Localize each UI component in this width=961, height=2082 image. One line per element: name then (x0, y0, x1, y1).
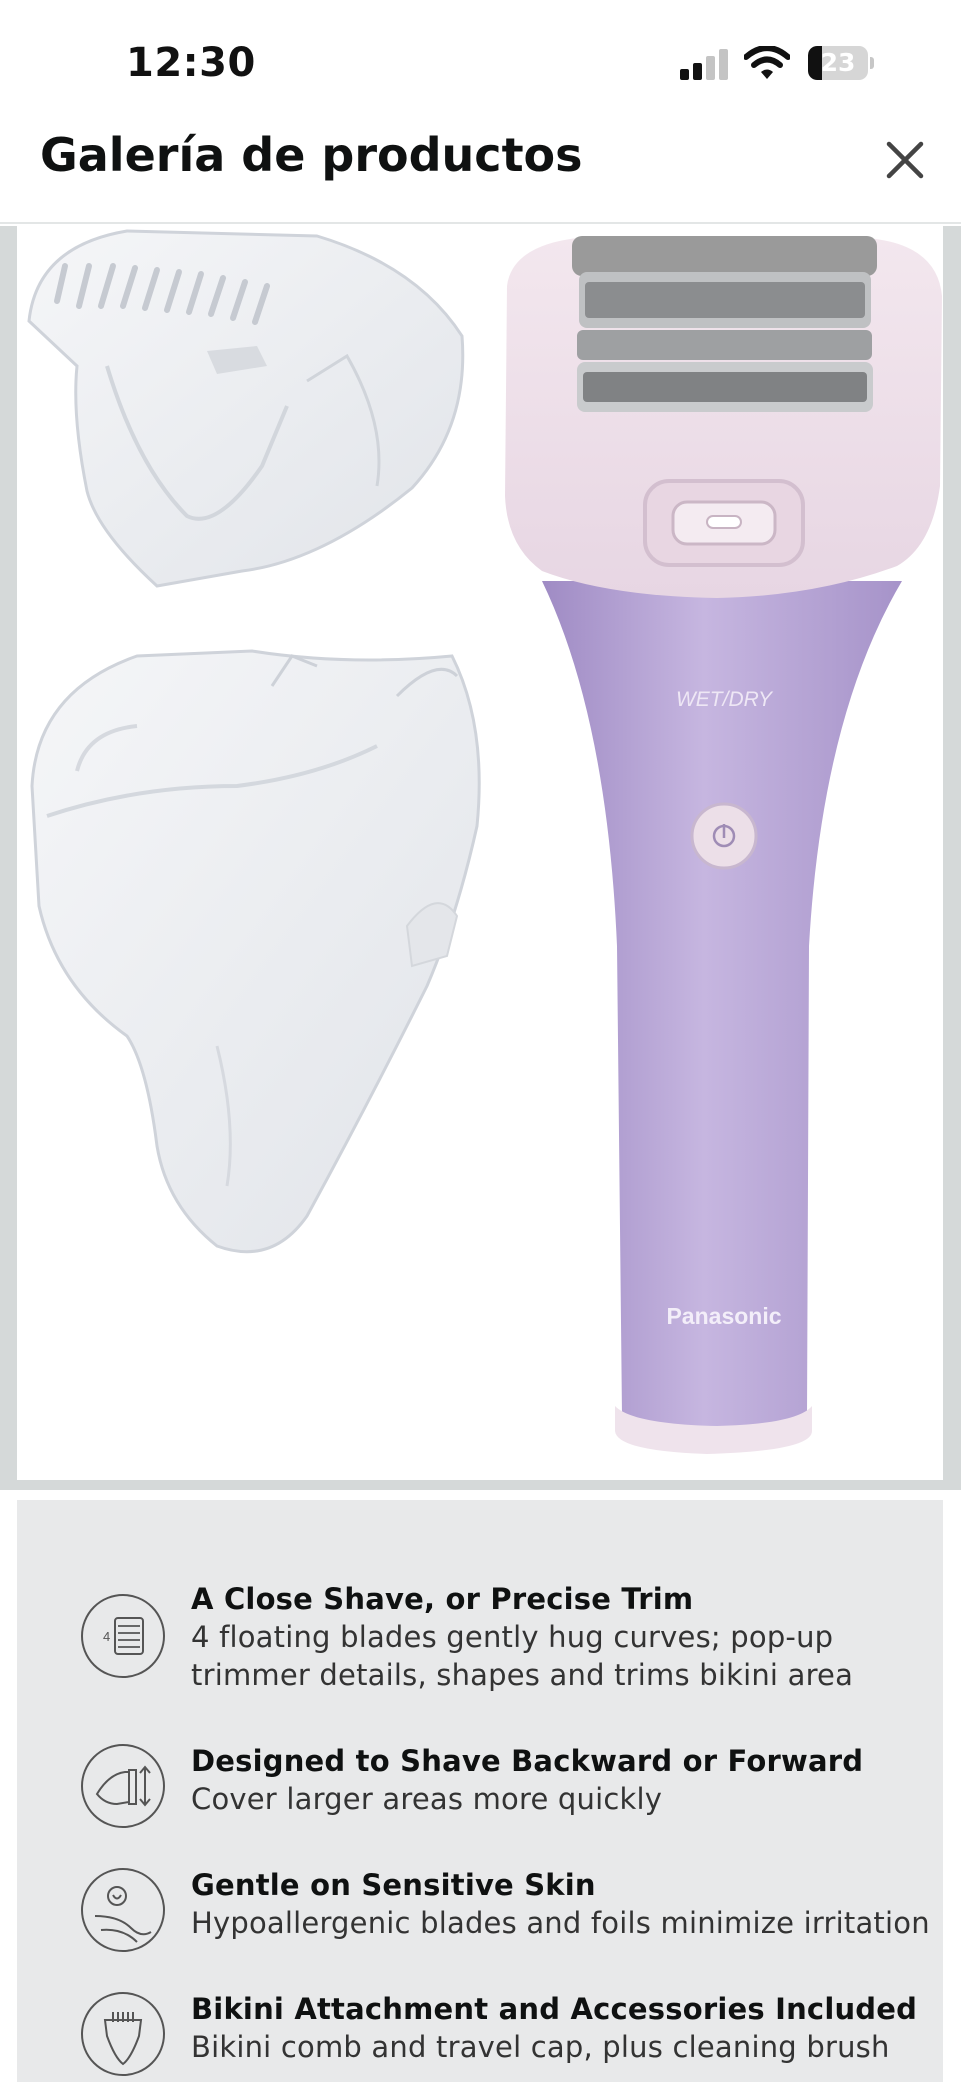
travel-cap-attachment (30, 649, 481, 1254)
gallery-header: Galería de productos (0, 120, 961, 224)
feature-description: Bikini comb and travel cap, plus cleanin… (191, 2030, 890, 2064)
feature-description: 4 floating blades gently hug curves; pop… (191, 1620, 834, 1654)
cellular-signal-icon (680, 48, 730, 80)
close-icon (886, 141, 924, 179)
feature-title: Gentle on Sensitive Skin (191, 1868, 596, 1902)
status-bar: 12:30 23 (0, 0, 961, 120)
status-time: 12:30 (126, 40, 256, 86)
product-image[interactable]: WET/DRY Panasonic (17, 226, 943, 1480)
close-button[interactable] (880, 135, 930, 185)
product-wetdry-label: WET/DRY (676, 688, 774, 711)
feature-title: Bikini Attachment and Accessories Includ… (191, 1992, 918, 2026)
product-gallery[interactable]: WET/DRY Panasonic (0, 226, 961, 1490)
feature-title: A Close Shave, or Precise Trim (191, 1582, 694, 1616)
feature-title: Designed to Shave Backward or Forward (191, 1744, 864, 1778)
page-title: Galería de productos (40, 128, 583, 182)
four-blades-icon-number: 4 (103, 1629, 110, 1644)
bikini-attachment-icon (79, 1990, 167, 2078)
wifi-icon (743, 45, 791, 80)
shave-direction-icon (79, 1742, 167, 1830)
bikini-comb-attachment (27, 229, 465, 588)
feature-description: Hypoallergenic blades and foils minimize… (191, 1906, 930, 1940)
product-brand-label: Panasonic (666, 1303, 781, 1329)
feature-description: Cover larger areas more quickly (191, 1782, 663, 1816)
battery-icon: 23 (808, 46, 874, 80)
feature-description: trimmer details, shapes and trims bikini… (191, 1658, 854, 1692)
feature-list: 4 A Close Shave, or Precise Trim 4 float… (17, 1500, 943, 2082)
panasonic-shaver: WET/DRY Panasonic (505, 236, 942, 1454)
four-blades-icon: 4 (79, 1592, 167, 1680)
battery-level: 23 (820, 48, 856, 77)
sensitive-skin-icon (79, 1866, 167, 1954)
